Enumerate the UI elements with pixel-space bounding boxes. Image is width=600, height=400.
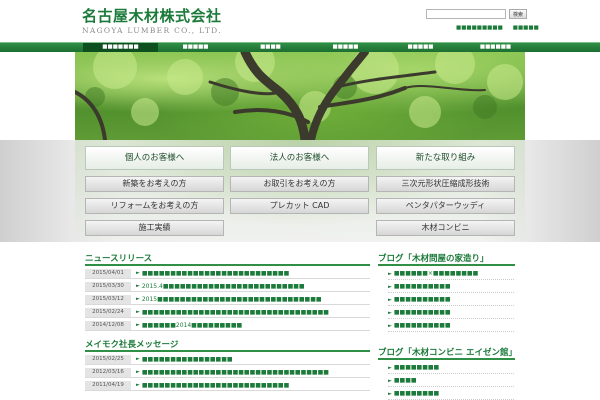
logo-english: NAGOYA LUMBER CO., LTD. xyxy=(82,26,222,35)
individual-customers-button[interactable]: 個人のお客様へ xyxy=(85,146,224,170)
message-date: 2012/03/16 xyxy=(85,367,131,377)
arrow-right-icon: ► xyxy=(388,377,392,384)
arrow-right-icon: ► xyxy=(388,309,392,316)
construction-results-button[interactable]: 施工実績 xyxy=(85,220,224,236)
blog2-title-rule xyxy=(378,358,515,360)
arrow-right-icon: ► xyxy=(388,283,392,290)
blog1-title-rule xyxy=(378,264,515,266)
news-date: 2014/12/08 xyxy=(85,320,131,330)
arrow-right-icon: ► xyxy=(136,356,140,362)
blog1-link[interactable]: ■■■■■■×■■■■■■■■ xyxy=(394,270,478,277)
news-row[interactable]: 2014/12/08 ► ■■■■■■2014■■■■■■■■■ xyxy=(85,320,370,331)
nav-item-home[interactable]: ■■■■■■■ xyxy=(83,43,158,52)
business-inquiry-button[interactable]: お取引をお考えの方 xyxy=(230,176,369,192)
blog1-link[interactable]: ■■■■■■■■■■ xyxy=(394,309,451,316)
news-link[interactable]: ■■■■■■■■■■■■■■■■■■■■■■■■■■■■■■■■■ xyxy=(142,309,329,316)
util-link-2[interactable]: ■■■■■ xyxy=(513,25,539,31)
news-link[interactable]: ■■■■■■2014■■■■■■■■■ xyxy=(142,322,242,329)
news-row[interactable]: 2015/02/24 ► ■■■■■■■■■■■■■■■■■■■■■■■■■■■… xyxy=(85,307,370,318)
blog2-item[interactable]: ► ■■■■■■■■ xyxy=(388,362,514,374)
search-button[interactable]: 検索 xyxy=(509,9,527,19)
arrow-right-icon: ► xyxy=(388,296,392,303)
blog2-item[interactable]: ► ■■■■ xyxy=(388,375,514,387)
news-section-title: ニュースリリース xyxy=(85,254,153,264)
message-link[interactable]: ■■■■■■■■■■■■■■■■■■■■■■■■■■ xyxy=(142,382,289,389)
arrow-right-icon: ► xyxy=(136,369,140,375)
search-input[interactable] xyxy=(426,9,506,19)
arrow-right-icon: ► xyxy=(388,270,392,277)
message-row[interactable]: 2011/04/19 ► ■■■■■■■■■■■■■■■■■■■■■■■■■■ xyxy=(85,380,370,391)
global-nav: ■■■■■■■ ■■■■■ ■■■■ ■■■■■ ■■■■■ ■■■■■■ xyxy=(0,42,600,52)
blog1-link[interactable]: ■■■■■■■■■■ xyxy=(394,296,451,303)
blog2-link[interactable]: ■■■■■■■■ xyxy=(394,390,439,397)
nav-item-6[interactable]: ■■■■■■ xyxy=(458,43,533,52)
message-date: 2011/04/19 xyxy=(85,380,131,390)
blog1-item[interactable]: ► ■■■■■■×■■■■■■■■ xyxy=(388,268,514,280)
arrow-right-icon: ► xyxy=(388,364,392,371)
arrow-right-icon: ► xyxy=(136,322,140,328)
arrow-right-icon: ► xyxy=(388,390,392,397)
nav-item-4[interactable]: ■■■■■ xyxy=(308,43,383,52)
pentapattern-woody-button[interactable]: ペンタパターウッディ xyxy=(376,198,515,214)
blog1-section-title[interactable]: ブログ「木材問屋の家造り」 xyxy=(378,252,489,264)
news-title-rule xyxy=(85,264,370,266)
nav-item-2[interactable]: ■■■■■ xyxy=(158,43,233,52)
arrow-right-icon: ► xyxy=(136,283,140,289)
news-row[interactable]: 2015/04/01 ► ■■■■■■■■■■■■■■■■■■■■■■■■■■ xyxy=(85,268,370,279)
nav-item-3[interactable]: ■■■■ xyxy=(233,43,308,52)
hero-tree-image xyxy=(75,52,525,140)
news-row[interactable]: 2015/03/12 ► 2015■■■■■■■■■■■■■■■■■■■■■■■… xyxy=(85,294,370,305)
utility-links: ■■■■■■■■■ ■■■■■ xyxy=(456,25,539,31)
news-link[interactable]: 2015.4■■■■■■■■■■■■■■■■■■■■■■■■■ xyxy=(142,283,305,290)
wood-convenience-button[interactable]: 木材コンビニ xyxy=(376,220,515,236)
blog1-item[interactable]: ► ■■■■■■■■■■ xyxy=(388,320,514,332)
arrow-right-icon: ► xyxy=(136,309,140,315)
blog1-item[interactable]: ► ■■■■■■■■■■ xyxy=(388,281,514,293)
corporate-customers-button[interactable]: 法人のお客様へ xyxy=(230,146,369,170)
blog2-section-title[interactable]: ブログ「木材コンビニ エイゼン館」 xyxy=(378,346,517,358)
message-row[interactable]: 2015/02/25 ► ■■■■■■■■■■■■■■■■ xyxy=(85,354,370,365)
news-date: 2015/03/12 xyxy=(85,294,131,304)
news-date: 2015/03/30 xyxy=(85,281,131,291)
blog1-link[interactable]: ■■■■■■■■■■ xyxy=(394,283,451,290)
new-build-button[interactable]: 新築をお考えの方 xyxy=(85,176,224,192)
message-link[interactable]: ■■■■■■■■■■■■■■■■■■■■■■■■■■■■■■■■■ xyxy=(142,369,329,376)
arrow-right-icon: ► xyxy=(136,270,140,276)
arrow-right-icon: ► xyxy=(136,296,140,302)
arrow-right-icon: ► xyxy=(136,382,140,388)
message-date: 2015/02/25 xyxy=(85,354,131,364)
arrow-right-icon: ► xyxy=(388,322,392,329)
tree-illustration xyxy=(75,52,523,140)
site-header: 名古屋木材株式会社 NAGOYA LUMBER CO., LTD. 検索 ■■■… xyxy=(0,0,600,42)
site-search: 検索 xyxy=(426,9,527,19)
message-row[interactable]: 2012/03/16 ► ■■■■■■■■■■■■■■■■■■■■■■■■■■■… xyxy=(85,367,370,378)
news-row[interactable]: 2015/03/30 ► 2015.4■■■■■■■■■■■■■■■■■■■■■… xyxy=(85,281,370,292)
blog1-item[interactable]: ► ■■■■■■■■■■ xyxy=(388,307,514,319)
message-title-rule xyxy=(85,350,370,352)
util-link-1[interactable]: ■■■■■■■■■ xyxy=(456,25,503,31)
new-initiatives-button[interactable]: 新たな取り組み xyxy=(376,146,515,170)
message-section-title: メイモク社長メッセージ xyxy=(85,340,179,350)
news-date: 2015/04/01 xyxy=(85,268,131,278)
renovation-button[interactable]: リフォームをお考えの方 xyxy=(85,198,224,214)
blog2-link[interactable]: ■■■■ xyxy=(394,377,417,384)
news-link[interactable]: ■■■■■■■■■■■■■■■■■■■■■■■■■■ xyxy=(142,270,289,277)
3d-compression-button[interactable]: 三次元形状圧縮成形技術 xyxy=(376,176,515,192)
blog2-item[interactable]: ► ■■■■■■■■ xyxy=(388,388,514,400)
news-link[interactable]: 2015■■■■■■■■■■■■■■■■■■■■■■■■■■■■■ xyxy=(142,296,322,303)
message-link[interactable]: ■■■■■■■■■■■■■■■■ xyxy=(142,356,233,363)
nav-item-5[interactable]: ■■■■■ xyxy=(383,43,458,52)
news-date: 2015/02/24 xyxy=(85,307,131,317)
blog1-item[interactable]: ► ■■■■■■■■■■ xyxy=(388,294,514,306)
blog1-link[interactable]: ■■■■■■■■■■ xyxy=(394,322,451,329)
blog2-link[interactable]: ■■■■■■■■ xyxy=(394,364,439,371)
company-logo[interactable]: 名古屋木材株式会社 NAGOYA LUMBER CO., LTD. xyxy=(82,8,222,35)
precut-cad-button[interactable]: プレカット CAD xyxy=(230,198,369,214)
logo-japanese: 名古屋木材株式会社 xyxy=(82,7,222,25)
